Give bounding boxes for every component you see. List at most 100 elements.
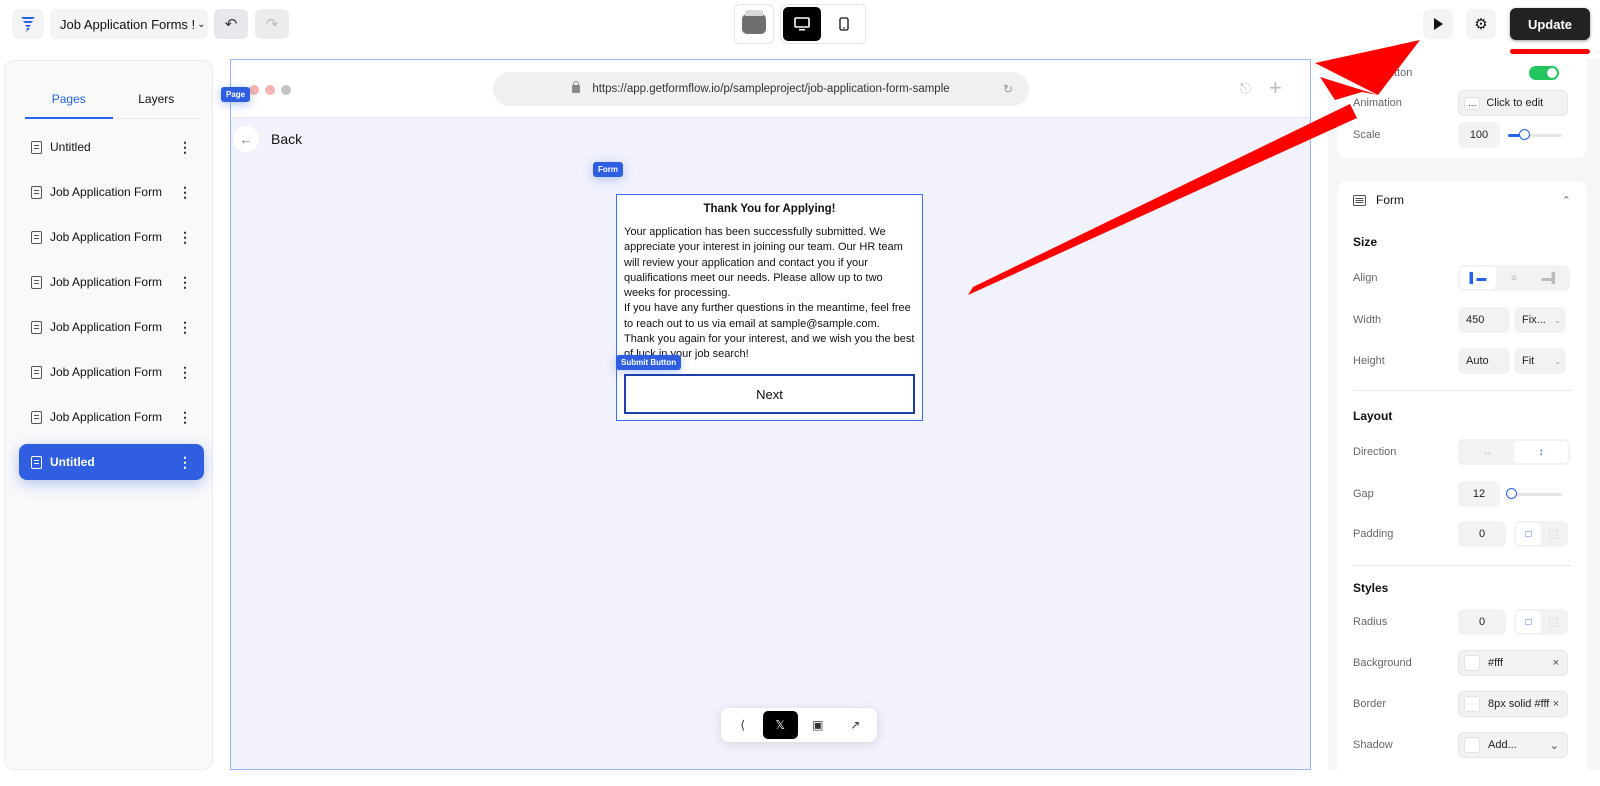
preview-button[interactable] [1423, 9, 1453, 39]
window-dot-orange-icon [265, 85, 275, 95]
uniform-square-icon[interactable]: □ [1516, 523, 1541, 545]
url-bar[interactable]: https://app.getformflow.io/p/sampleproje… [493, 72, 1029, 106]
direction-vertical-icon[interactable]: ↕ [1514, 441, 1568, 463]
padding-input[interactable]: 0 [1458, 521, 1506, 547]
back-button-toggle[interactable] [1529, 66, 1559, 80]
page-item[interactable]: Job Application Form ⋮ [19, 354, 204, 390]
desktop-icon [794, 17, 810, 31]
share-nodes-button[interactable]: ⟨ [725, 711, 761, 739]
shadow-field[interactable]: Add... ⌄ [1458, 732, 1568, 758]
clear-icon[interactable]: × [1553, 698, 1559, 710]
chevron-down-icon: ⌄ [1554, 315, 1561, 325]
page-icon [31, 365, 42, 379]
page-label: Job Application Form [50, 365, 163, 379]
color-swatch[interactable] [1464, 737, 1480, 753]
width-mode-value: Fix... [1522, 314, 1546, 326]
scale-input[interactable]: 100 [1458, 122, 1500, 148]
collapse-chevron-up-icon[interactable]: ⌃ [1562, 194, 1571, 207]
page-item[interactable]: Job Application Form ⋮ [19, 309, 204, 345]
project-selector[interactable]: Job Application Forms ! ⌄ [50, 9, 208, 39]
undo-button[interactable]: ↶ [214, 9, 248, 39]
color-swatch[interactable] [1464, 655, 1480, 671]
align-left-icon[interactable]: ▌▬ [1460, 267, 1496, 289]
reload-icon[interactable]: ↻ [1003, 82, 1013, 96]
scale-slider[interactable] [1508, 128, 1562, 140]
page-item[interactable]: Job Application Form ⋮ [19, 264, 204, 300]
editor-canvas[interactable]: https://app.getformflow.io/p/sampleproje… [221, 59, 1311, 770]
more-options-icon[interactable]: ⋮ [178, 409, 192, 426]
chevron-down-icon: ⌄ [1554, 356, 1561, 366]
url-text: https://app.getformflow.io/p/sampleproje… [592, 83, 950, 95]
individual-corners-icon[interactable]: ⬚ [1541, 611, 1566, 633]
form-settings-card: Form ⌃ Size Align ▌▬ ≡ ▬▌ Width 450 Fix.… [1337, 181, 1587, 781]
page-label: Untitled [50, 455, 95, 469]
color-swatch[interactable] [1464, 696, 1480, 712]
share-icon[interactable]: ⎋ [1240, 80, 1251, 97]
align-center-icon[interactable]: ≡ [1496, 267, 1532, 289]
window-dot-gray-icon [281, 85, 291, 95]
x-logo-button[interactable]: 𝕏 [762, 711, 798, 739]
align-right-icon[interactable]: ▬▌ [1532, 267, 1568, 289]
direction-horizontal-icon[interactable]: ↔ [1460, 441, 1514, 463]
divider [1353, 390, 1571, 391]
more-options-icon[interactable]: ⋮ [178, 364, 192, 381]
more-options-icon[interactable]: ⋮ [178, 274, 192, 291]
animation-prefix: ... [1464, 96, 1481, 110]
page-icon [31, 275, 42, 289]
page-icon [31, 140, 42, 154]
back-button[interactable]: ← Back [231, 124, 302, 154]
page-label: Job Application Form [50, 320, 163, 334]
radius-input[interactable]: 0 [1458, 609, 1506, 635]
settings-button[interactable]: ⚙ [1466, 9, 1496, 39]
update-button[interactable]: Update [1510, 8, 1590, 40]
background-field[interactable]: #fff × [1458, 650, 1568, 676]
individual-sides-icon[interactable]: ⬚ [1541, 523, 1566, 545]
scale-label: Scale [1353, 129, 1381, 141]
export-button[interactable]: ↗ [838, 711, 874, 739]
border-label: Border [1353, 698, 1387, 710]
app-logo-button[interactable] [12, 9, 44, 39]
theme-button[interactable] [734, 4, 774, 44]
border-value: 8px solid #fff [1488, 698, 1550, 710]
page-item[interactable]: Untitled ⋮ [19, 129, 204, 165]
tab-pages[interactable]: Pages [25, 79, 113, 119]
more-options-icon[interactable]: ⋮ [178, 184, 192, 201]
more-options-icon[interactable]: ⋮ [178, 229, 192, 246]
embed-button[interactable]: ▣ [800, 711, 836, 739]
height-input[interactable]: Auto [1458, 348, 1510, 374]
redo-button[interactable]: ↷ [255, 9, 289, 39]
padding-mode-control: □ ⬚ [1514, 521, 1568, 547]
gap-input[interactable]: 12 [1458, 481, 1500, 507]
project-name: Job Application Forms ! [60, 16, 196, 32]
mobile-view-button[interactable] [825, 7, 863, 41]
slider-handle[interactable] [1505, 487, 1517, 499]
tab-layers[interactable]: Layers [113, 79, 201, 118]
width-input[interactable]: 450 [1458, 307, 1510, 333]
gap-slider[interactable] [1505, 487, 1562, 499]
x-logo-icon: 𝕏 [775, 718, 786, 732]
more-options-icon[interactable]: ⋮ [178, 319, 192, 336]
clear-icon[interactable]: × [1553, 657, 1559, 669]
lock-icon [572, 81, 581, 93]
styles-section-title: Styles [1353, 581, 1389, 595]
animation-field[interactable]: ... Click to edit [1458, 90, 1568, 116]
back-label: Back [271, 131, 303, 147]
more-options-icon[interactable]: ⋮ [178, 454, 192, 471]
uniform-square-icon[interactable]: □ [1516, 611, 1541, 633]
next-button[interactable]: Next [624, 374, 915, 414]
height-mode-select[interactable]: Fit ⌄ [1514, 348, 1566, 374]
border-field[interactable]: 8px solid #fff × [1458, 691, 1568, 717]
play-icon [1434, 18, 1443, 30]
align-label: Align [1353, 272, 1378, 284]
page-item-selected[interactable]: Untitled ⋮ [19, 444, 204, 480]
slider-handle[interactable] [1519, 128, 1531, 140]
page-item[interactable]: Job Application Form ⋮ [19, 399, 204, 435]
page-item[interactable]: Job Application Form ⋮ [19, 174, 204, 210]
desktop-view-button[interactable] [783, 7, 821, 41]
plus-icon[interactable]: + [1269, 75, 1282, 101]
more-options-icon[interactable]: ⋮ [178, 139, 192, 156]
page-item[interactable]: Job Application Form ⋮ [19, 219, 204, 255]
form-tag: Form [593, 162, 623, 177]
radius-mode-control: □ ⬚ [1514, 609, 1568, 635]
width-mode-select[interactable]: Fix... ⌄ [1514, 307, 1566, 333]
